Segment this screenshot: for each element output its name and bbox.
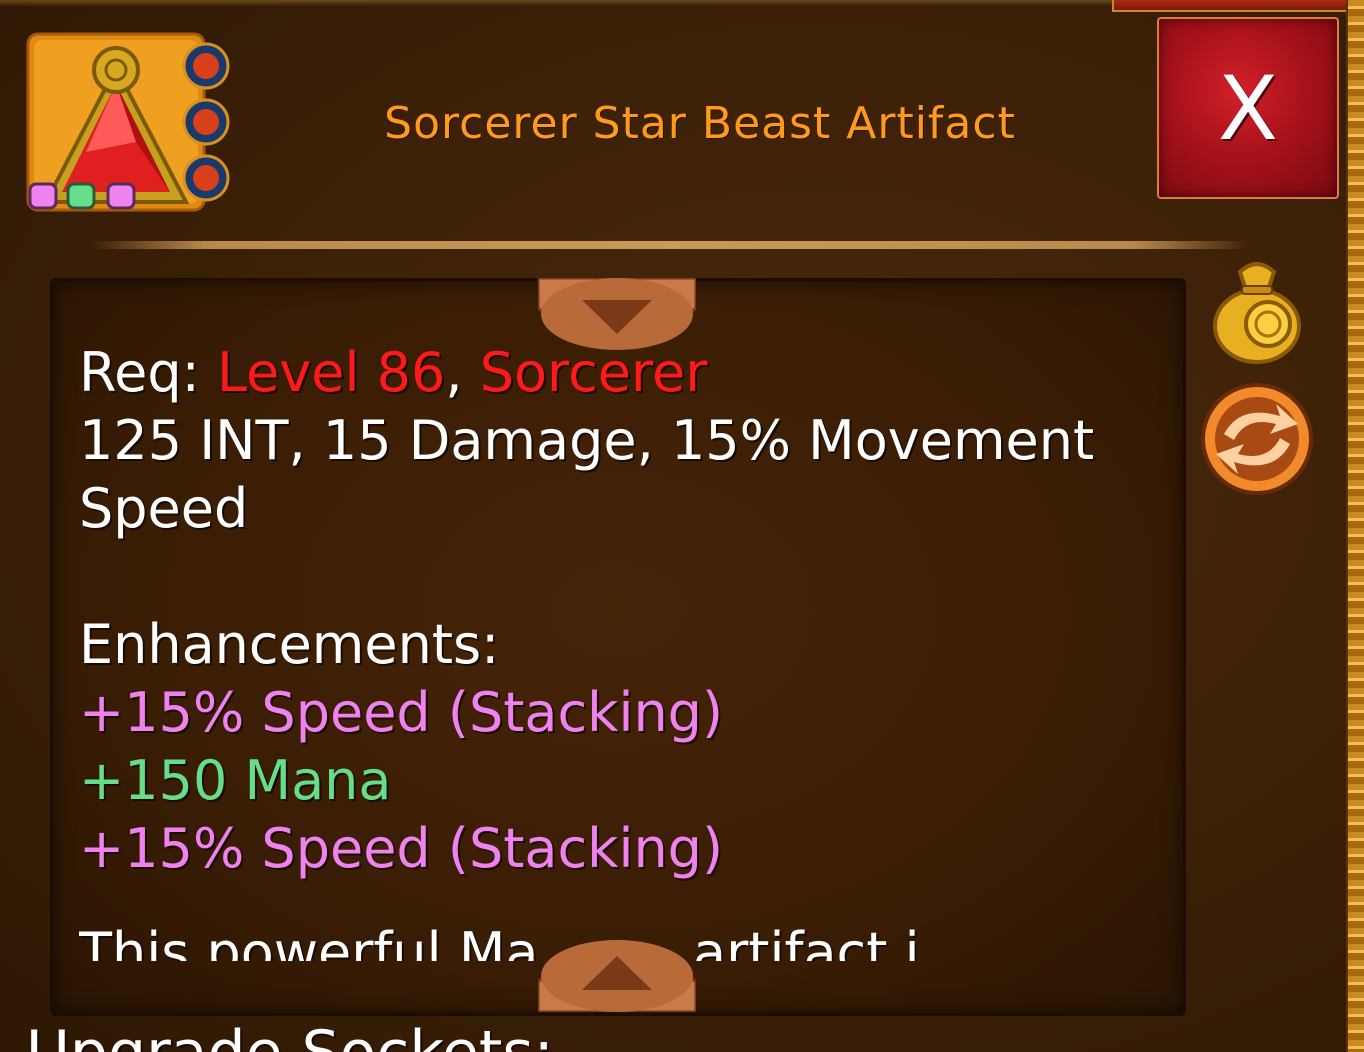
item-description: Req: Level 86, Sorcerer 125 INT, 15 Dama… [79,339,1095,883]
enhancements-heading: Enhancements: [79,613,500,676]
header-divider [90,241,1250,249]
swap-arrows-icon[interactable] [1200,382,1314,496]
item-info-panel: Sorcerer Star Beast Artifact X Req: Leve… [0,0,1364,1052]
enhancement-item: +15% Speed (Stacking) [79,817,724,880]
upgrade-sockets-heading: Upgrade Sockets: [26,1018,926,1052]
stats-line: 125 INT, 15 Damage, 15% Movement [79,409,1095,472]
gem-slots [28,182,136,210]
required-level: Level 86 [216,341,446,404]
close-label: X [1217,56,1279,160]
enhancement-item: +150 Mana [79,749,392,812]
gold-bag-icon[interactable] [1210,250,1304,366]
item-title: Sorcerer Star Beast Artifact [384,98,1016,149]
top-tab [1112,0,1352,12]
scroll-down-button[interactable] [538,278,696,356]
scroll-up-button[interactable] [538,934,696,1012]
stats-line-continued: Speed [79,477,249,540]
close-button[interactable]: X [1157,17,1339,199]
enhancement-item: +15% Speed (Stacking) [79,681,724,744]
item-description-box[interactable]: Req: Level 86, Sorcerer 125 INT, 15 Dama… [50,278,1186,1016]
rune-sockets [182,42,230,202]
panel-right-border [1346,0,1364,1052]
